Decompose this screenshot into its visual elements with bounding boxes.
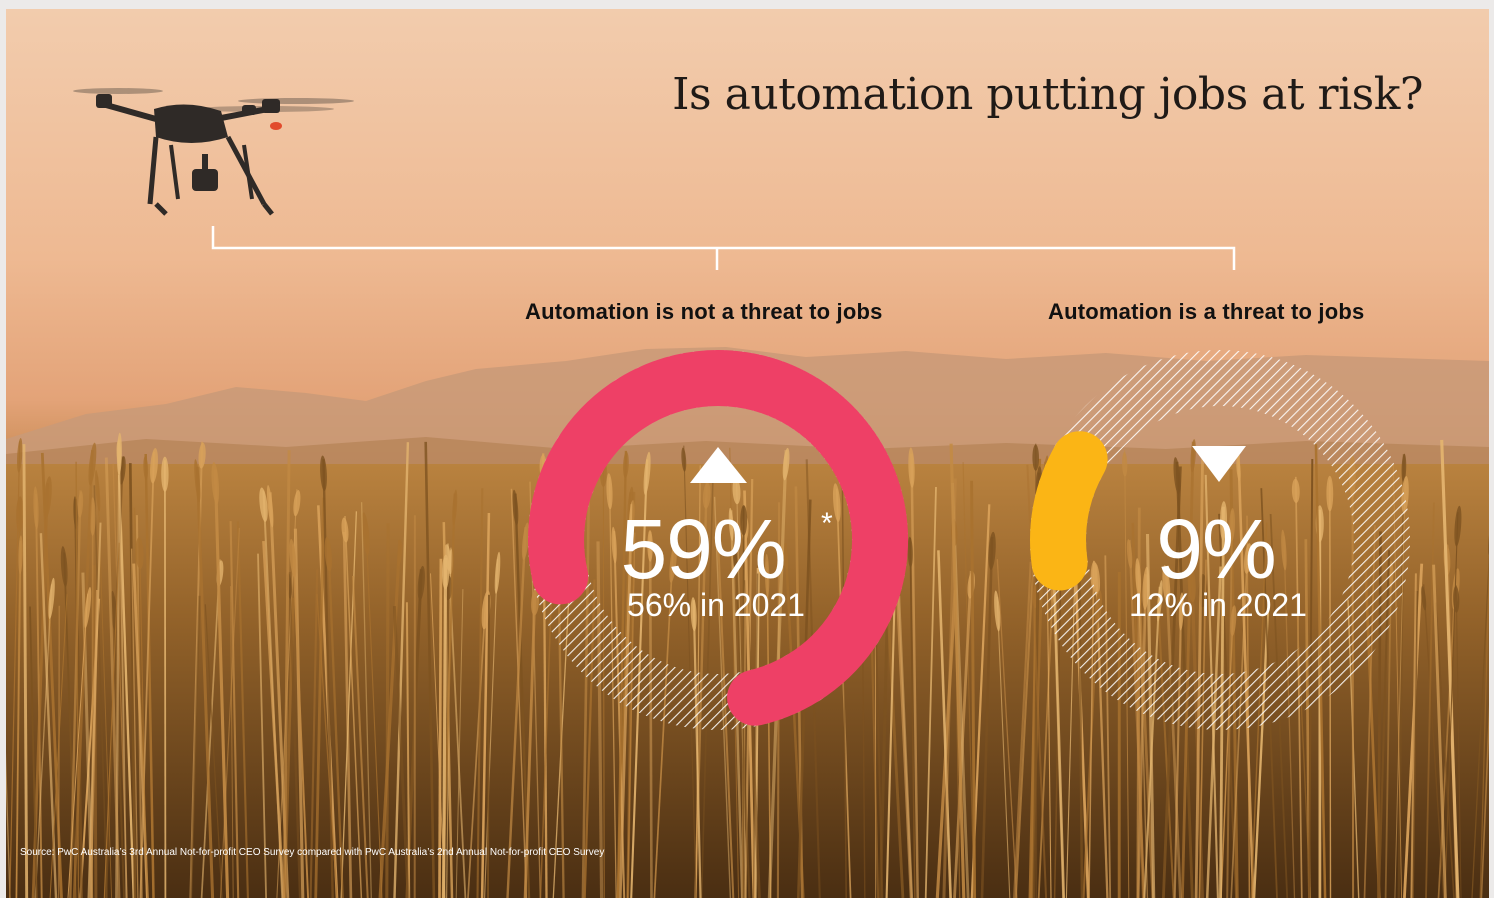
prior-value-threat: 12% in 2021 [1129, 587, 1307, 623]
donut-arc-threat [1030, 431, 1108, 591]
drone-image [73, 88, 354, 216]
page-title: Is automation putting jobs at risk? [672, 69, 1423, 120]
category-label-threat: Automation is a threat to jobs [1048, 299, 1365, 324]
footnote-asterisk: * [821, 507, 833, 540]
value-not-threat: 59% [620, 502, 786, 596]
background-scene [6, 88, 1489, 898]
bracket-connector [211, 226, 1236, 270]
source-note: Source: PwC Australia’s 3rd Annual Not-f… [20, 847, 605, 858]
category-label-not-threat: Automation is not a threat to jobs [525, 299, 883, 324]
prior-value-not-threat: 56% in 2021 [627, 587, 805, 623]
infographic-frame: Is automation putting jobs at risk? Auto… [6, 9, 1489, 898]
value-threat: 9% [1156, 502, 1276, 596]
